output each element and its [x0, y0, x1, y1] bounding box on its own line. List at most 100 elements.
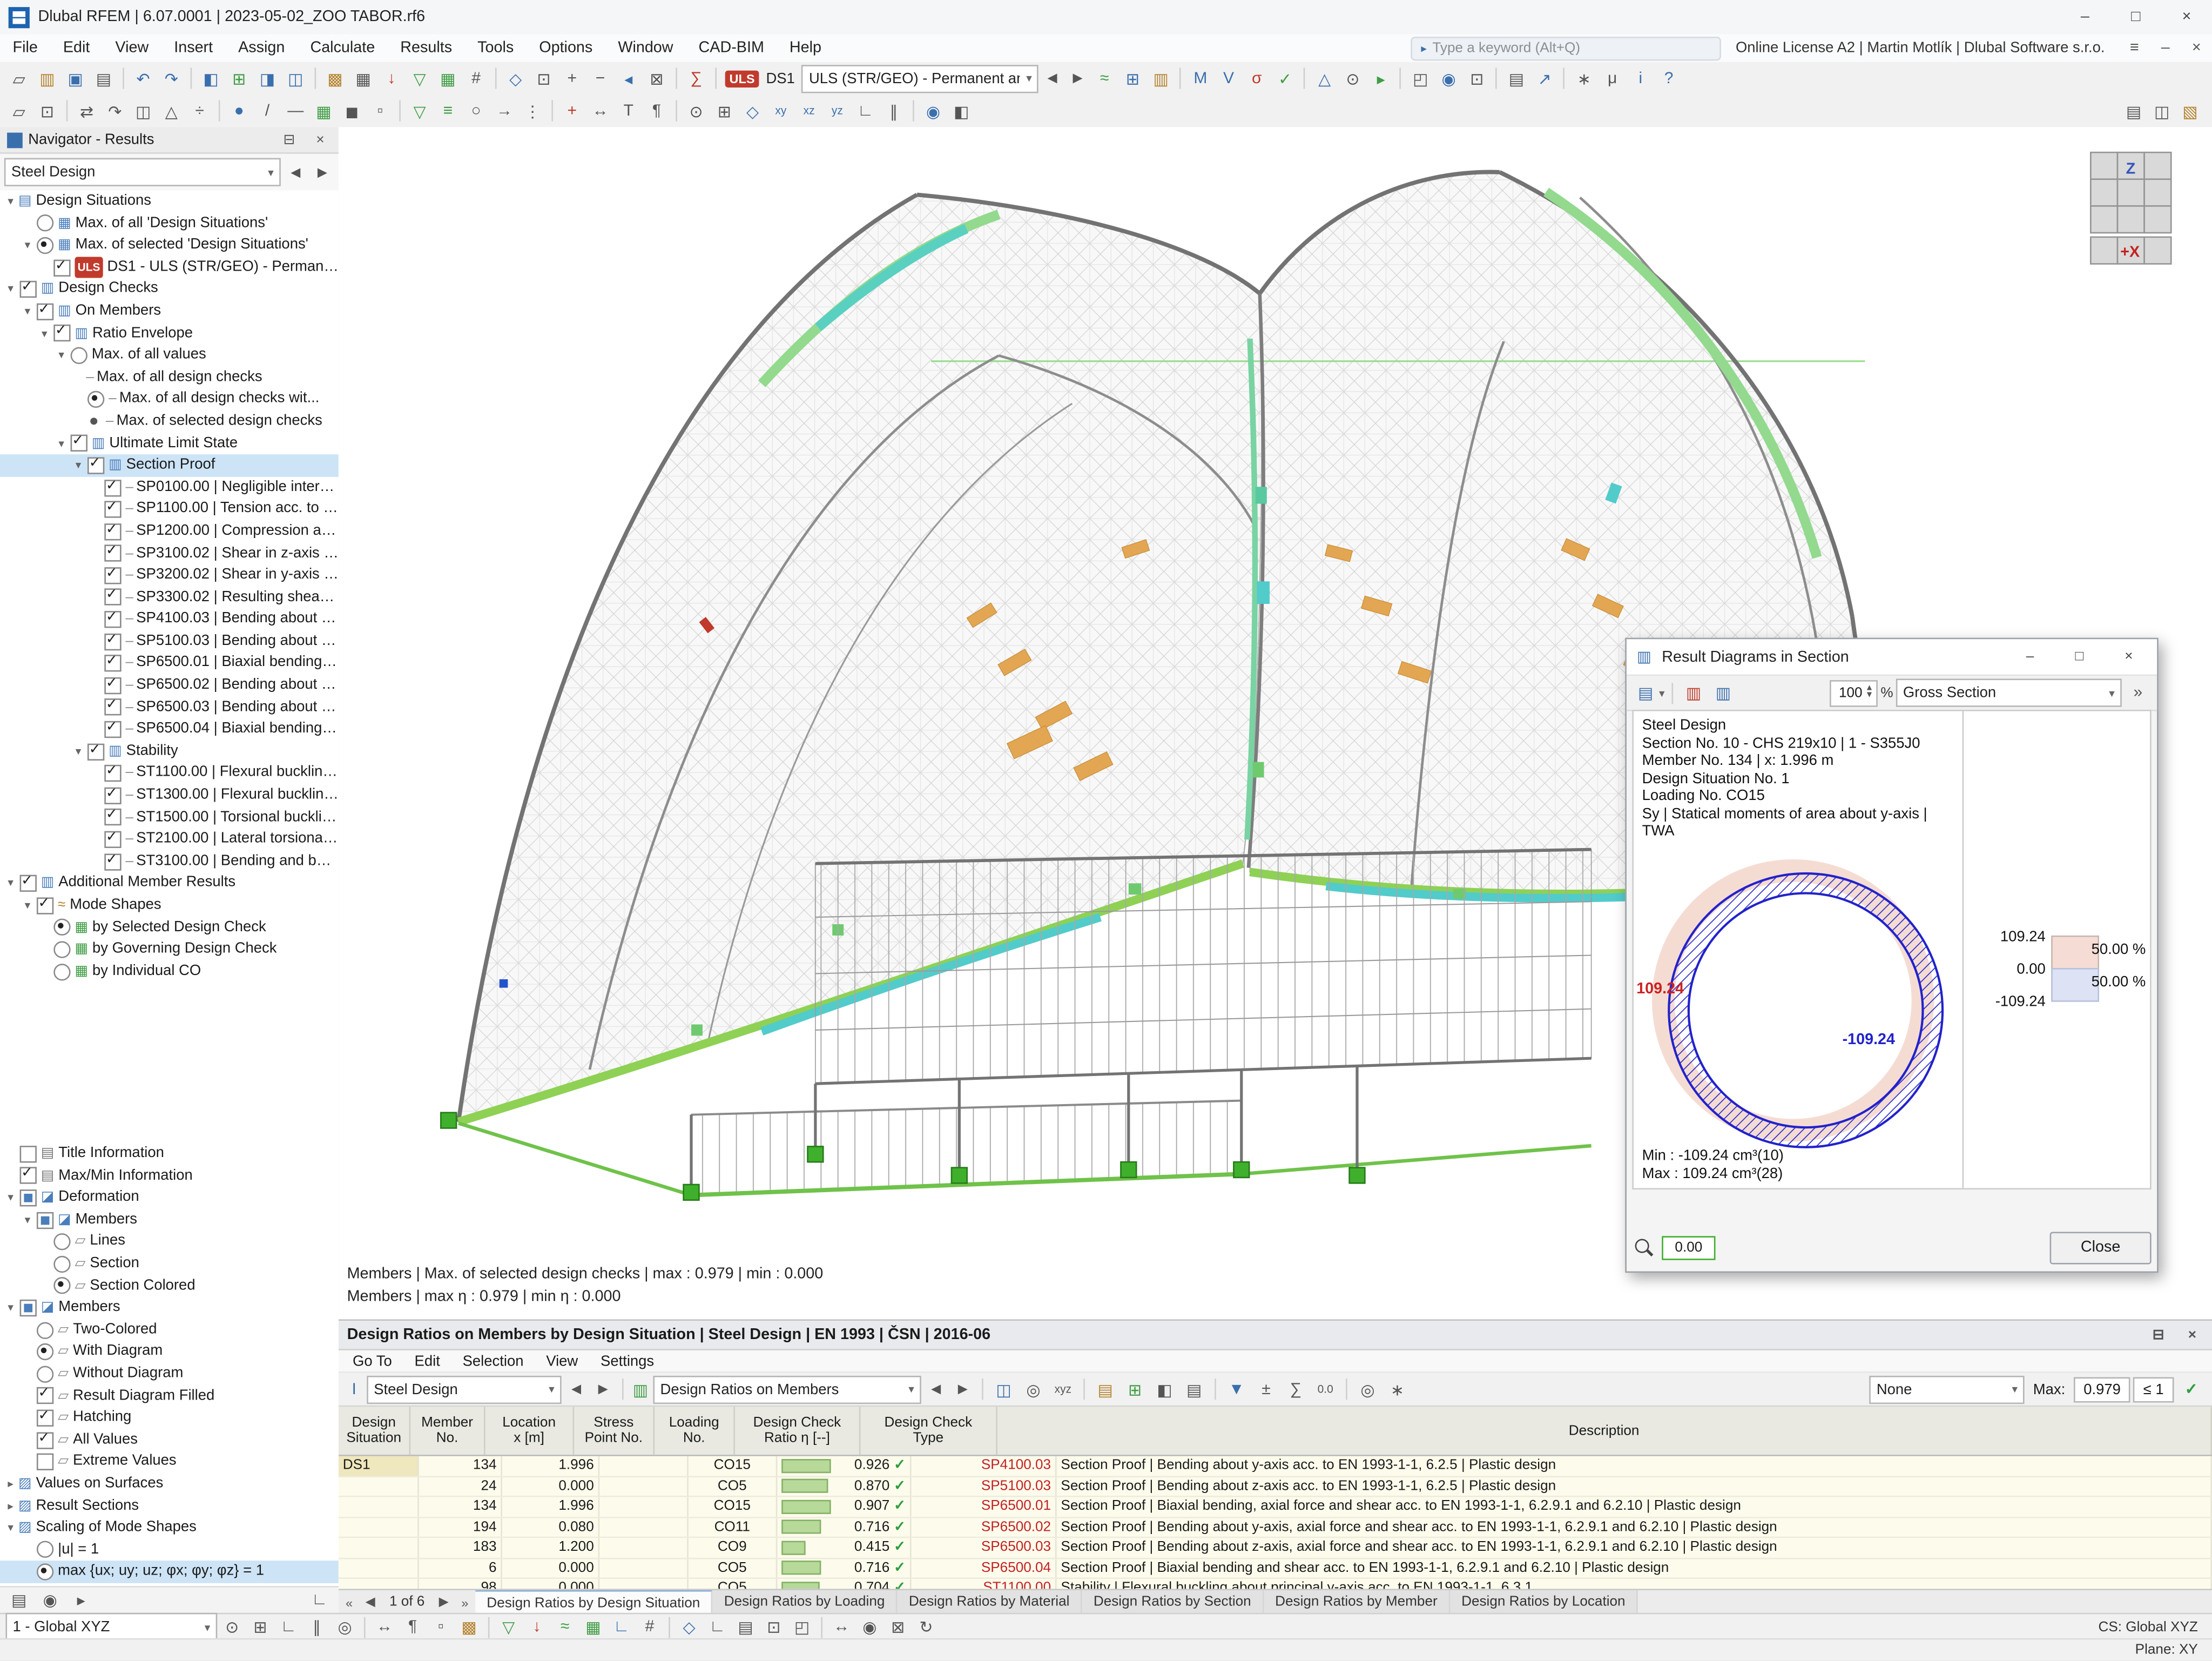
plane-xz-icon[interactable]: xz	[795, 97, 822, 124]
export-icon[interactable]: ↗	[1531, 65, 1558, 92]
limit-box[interactable]: ≤ 1	[2133, 1376, 2174, 1402]
column-header[interactable]: Design Situation	[339, 1407, 411, 1455]
column-header[interactable]: Loading No.	[655, 1407, 735, 1455]
radio-button[interactable]	[53, 941, 71, 958]
menu-view[interactable]: View	[103, 34, 161, 62]
checkbox[interactable]	[104, 697, 122, 717]
scale-icon[interactable]: △	[158, 97, 185, 124]
member-division-icon[interactable]: ⋮	[519, 97, 546, 124]
open-model-icon[interactable]: ▥	[34, 65, 61, 92]
collapse-icon[interactable]: ▾	[20, 300, 36, 322]
work-plane-icon[interactable]: ◇	[739, 97, 766, 124]
menu-options[interactable]: Options	[527, 34, 605, 62]
values-xyz-icon[interactable]: xyz	[1050, 1376, 1077, 1403]
tree-item[interactable]: –SP6500.02 | Bending about y...	[0, 675, 339, 697]
tree-item[interactable]: max {ux; uy; uz; φx; φy; φz} = 1	[0, 1561, 339, 1583]
column-header[interactable]: Member No.	[410, 1407, 485, 1455]
radio-button[interactable]	[36, 1365, 54, 1383]
mesh-display-icon[interactable]: ▦	[580, 1613, 607, 1640]
full-view-icon[interactable]: ⊠	[643, 65, 670, 92]
design-ratios-icon[interactable]: ✓	[1272, 65, 1299, 92]
checkbox[interactable]	[19, 1299, 37, 1317]
numbering-display-icon[interactable]: #	[636, 1613, 663, 1640]
comments-icon[interactable]: ¶	[399, 1613, 426, 1640]
scale-spinner[interactable]: 100 ▲ ▼	[1830, 679, 1878, 707]
table-row[interactable]: DS1 134 1.996 CO15 0.926 ✓ SP4100.03 Section Pr…	[338, 1456, 2212, 1477]
tree-item[interactable]: –ST3100.00 | Bending and buc...	[0, 851, 339, 873]
radio-button[interactable]	[36, 1343, 54, 1361]
clipping-plane-icon[interactable]: ◰	[1407, 65, 1434, 92]
radio-button[interactable]	[36, 215, 54, 232]
checkbox[interactable]	[104, 851, 122, 871]
navigation-cube[interactable]: Z +X	[2088, 150, 2175, 281]
isolate-selection-icon[interactable]: ⊡	[1464, 65, 1491, 92]
diagram-sz-icon[interactable]: ▥	[1710, 680, 1737, 707]
last-page-icon[interactable]: »	[454, 1595, 475, 1609]
filter-icon[interactable]: ▼	[1223, 1376, 1250, 1403]
probe-value-field[interactable]: 0.00	[1662, 1235, 1716, 1260]
tree-item[interactable]: ▦ by Individual CO	[0, 960, 339, 983]
checkbox[interactable]	[104, 521, 122, 541]
menu-calculate[interactable]: Calculate	[298, 34, 388, 62]
node-icon[interactable]: ●	[226, 97, 253, 124]
grid-snap-icon[interactable]: ⊞	[711, 97, 738, 124]
table-row[interactable]: 194 0.080 CO11 0.716 ✓ SP6500.02 Section Proof…	[338, 1517, 2212, 1538]
tree-item[interactable]: ▾ ◪ Members	[0, 1209, 339, 1231]
checkbox[interactable]	[104, 718, 122, 739]
collapse-icon[interactable]: ▾	[20, 895, 36, 917]
table-design-type-combo[interactable]: Steel Design ▾	[367, 1375, 562, 1403]
tree-item[interactable]: ▾ ▨ Scaling of Mode Shapes	[0, 1517, 339, 1539]
collapse-icon[interactable]: ▾	[53, 433, 69, 455]
menu-window[interactable]: Window	[605, 34, 686, 62]
views-icon[interactable]: ◫	[282, 65, 309, 92]
units-icon[interactable]: μ	[1599, 65, 1626, 92]
column-header[interactable]: Description	[997, 1407, 2212, 1455]
menu-results[interactable]: Results	[388, 34, 465, 62]
help-icon[interactable]: ?	[1655, 65, 1682, 92]
sum-icon[interactable]: ∑	[1283, 1376, 1310, 1403]
zoom-icon[interactable]	[1632, 1236, 1655, 1259]
tree-item[interactable]: ▾ ▥Design Checks	[0, 279, 339, 301]
result-diagrams-icon[interactable]: △	[1311, 65, 1338, 92]
table-content-combo[interactable]: Design Ratios on Members ▾	[653, 1375, 921, 1403]
radio-button[interactable]	[87, 391, 105, 408]
checkbox[interactable]	[104, 763, 122, 783]
visibility-icon[interactable]: ◉	[1435, 65, 1462, 92]
dock-icon[interactable]: ⊟	[278, 132, 301, 147]
tree-item[interactable]: –SP3200.02 | Shear in y-axis ac...	[0, 564, 339, 587]
radio-button[interactable]	[36, 1321, 54, 1339]
menu-cad-bim[interactable]: CAD-BIM	[686, 34, 777, 62]
checkbox[interactable]	[36, 895, 54, 915]
tree-item[interactable]: – Max. of all design checks wit...	[0, 388, 339, 411]
tree-item[interactable]: ▾ ▥Stability	[0, 741, 339, 763]
ole-link-icon[interactable]: ◧	[1151, 1376, 1178, 1403]
collapse-icon[interactable]: ▾	[53, 345, 69, 367]
tree-item[interactable]: ▱ Lines	[0, 1231, 339, 1253]
color-scale-icon[interactable]: ▥	[1148, 65, 1175, 92]
tree-item[interactable]: –SP3300.02 | Resulting shear a...	[0, 587, 339, 609]
radio-button[interactable]	[53, 919, 71, 936]
column-header[interactable]: Location x [m]	[485, 1407, 575, 1455]
show-results-icon[interactable]: ≈	[1091, 65, 1118, 92]
undo-icon[interactable]: ↶	[130, 65, 157, 92]
checkbox[interactable]	[19, 1189, 37, 1207]
checkbox[interactable]	[104, 675, 122, 695]
clipping-icon[interactable]: ◰	[788, 1613, 815, 1640]
print-icon[interactable]: ▤	[90, 65, 117, 92]
data-navigator-icon[interactable]: ▤	[5, 1586, 32, 1612]
internal-forces-v-icon[interactable]: V	[1215, 65, 1242, 92]
checkbox[interactable]	[104, 542, 122, 563]
collapse-icon[interactable]: ▾	[3, 872, 18, 895]
select-visibility-icon[interactable]: ◉	[920, 97, 947, 124]
checkbox[interactable]	[87, 454, 105, 475]
table-content-back-arrow[interactable]: ◀	[924, 1375, 948, 1403]
internal-forces-m-icon[interactable]: M	[1187, 65, 1214, 92]
close-dialog-button[interactable]: Close	[2049, 1231, 2152, 1264]
checkbox[interactable]	[104, 587, 122, 607]
solid-icon[interactable]: ◼	[339, 97, 366, 124]
previous-view-icon[interactable]: ◂	[615, 65, 642, 92]
tree-item[interactable]: ▤Max/Min Information	[0, 1165, 339, 1187]
menu-edit[interactable]: Edit	[50, 34, 103, 62]
tree-item[interactable]: –SP5100.03 | Bending about z...	[0, 630, 339, 653]
next-page-icon[interactable]: ▶	[433, 1595, 454, 1610]
